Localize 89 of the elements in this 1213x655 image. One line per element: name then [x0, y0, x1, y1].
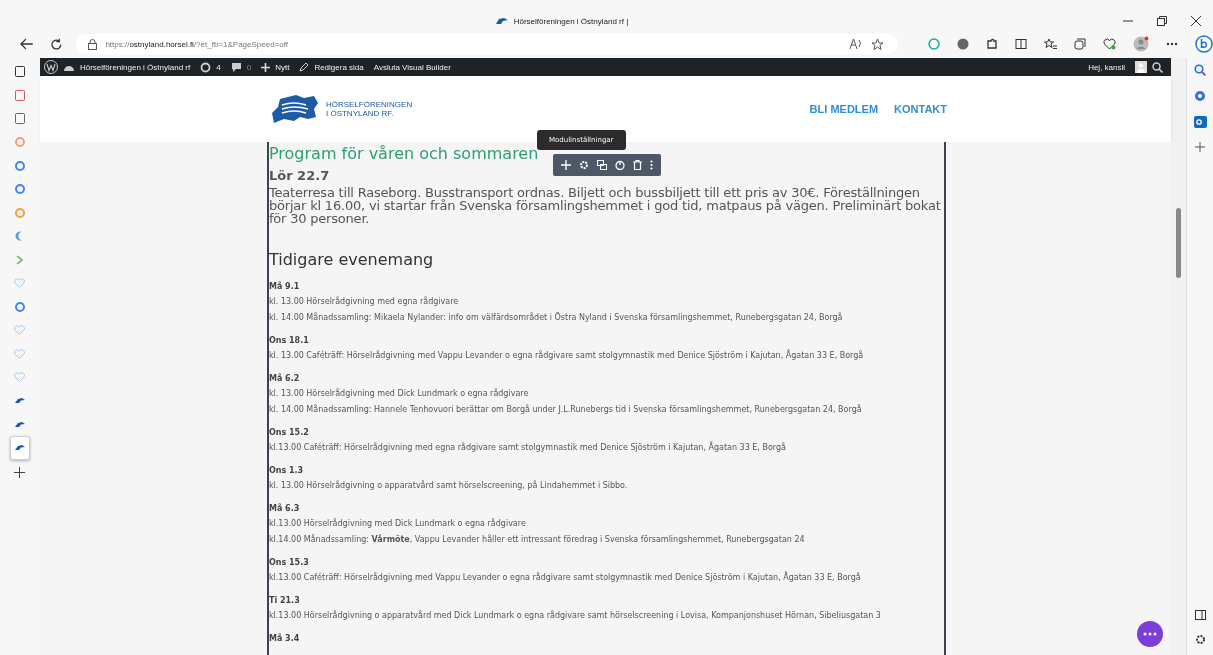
- event-date: Ons 15.2: [268, 427, 310, 439]
- nav-link[interactable]: KONTAKT: [894, 103, 948, 115]
- event-date: Ons 18.1: [268, 335, 310, 347]
- address-bar[interactable]: https://ostnyland.horsel.fi/?et_fb=1&PageSpeed=off: [76, 34, 898, 54]
- duplicate-icon[interactable]: [596, 160, 607, 170]
- chevron-icon: [16, 254, 24, 265]
- avatar-icon: [1135, 61, 1148, 73]
- comment-icon: [230, 61, 242, 73]
- bird-logo-icon: [14, 397, 26, 405]
- site-favicon-icon: [15, 137, 25, 148]
- heart-icon: [14, 372, 26, 383]
- bird-logo-icon: [14, 444, 26, 452]
- search-icon[interactable]: [1194, 64, 1206, 76]
- event-description: Teaterresa till Raseborg. Busstransport ordnas. Biljett och bussbiljett till ett pris av 30€. Föreställningen börjar kl 16.00, vi startar från Svenska församlingshemmet i god tid, matpaus på vägen. Preliminärt bokat för 30 personer.: [268, 186, 942, 225]
- document-icon: [15, 66, 25, 78]
- tab-title: Hörselföreningen i Östnyland rf |: [513, 16, 629, 26]
- shield-icon[interactable]: [928, 38, 940, 50]
- site-favicon-icon: [15, 207, 25, 218]
- site-favicon-icon: [15, 184, 25, 195]
- favorites-icon[interactable]: [1044, 38, 1057, 50]
- plus-icon[interactable]: [1195, 142, 1205, 152]
- event-line: kl. 14.00 Månadssamling: Hannele Tenhovuori berättar om Borgå under J.L.Runebergs tid i Svenska församlingshemmet, Runebergsgatan 24, Borgå: [268, 403, 863, 416]
- sidebar-toggle-icon[interactable]: [1194, 610, 1206, 620]
- event-date: Ons 15.3: [268, 557, 310, 569]
- scrollbar[interactable]: [1171, 58, 1186, 655]
- updates-count[interactable]: 4: [216, 62, 221, 72]
- bird-logo-icon: [14, 420, 26, 428]
- event-date: Må 6.3: [268, 502, 301, 515]
- event-line: kl. 13.00 Hörselrådgivning o apparatvård samt hörselscreening, på Lindahemmet i Sibbo.: [268, 479, 629, 492]
- lock-icon: [88, 38, 98, 50]
- site-favicon-icon: [15, 160, 25, 171]
- event-line: kl.13.00 Caféträff: Hörselrådgivning med Vappu Levander o egna rådgivare samt stolgymnastik med Denice Sjöström i Kajutan, Ågatan 33 E, Borgå: [268, 570, 862, 584]
- document-icon: [15, 89, 25, 101]
- site-link[interactable]: Hörselföreningen i Östnyland rf: [79, 62, 191, 72]
- restore-icon[interactable]: [1157, 16, 1167, 26]
- event-line: kl. 13.00 Hörselrådgivning med Dick Lundmark o egna rådgivare: [268, 387, 530, 400]
- trash-icon[interactable]: [632, 160, 642, 170]
- document-icon: [15, 113, 25, 125]
- more-icon[interactable]: [649, 160, 653, 170]
- pencil-icon: [299, 62, 310, 72]
- event-line: kl.13.00 Caféträff: Hörselrådgivning med egna rådgivare samt stolgymnastik med Denice Sjöström i Kajutan, Ågatan 33 E, Borgå: [268, 440, 787, 454]
- event-date: Må 9.1: [268, 280, 301, 293]
- plus-icon: [261, 62, 271, 72]
- exit-builder-link[interactable]: Avsluta Visual Builder: [373, 62, 451, 72]
- event-line: kl. 13.00 Caféträff: Hörselrådgivning med Vappu Levander o egna rådgivare samt stolgymnastik med Denice Sjöström i Kajutan, Ågatan 33 E, Borgå: [268, 348, 865, 362]
- more-icon: [1143, 632, 1158, 636]
- event-date: Må 6.2: [268, 372, 301, 385]
- event-line: kl. 14.00 Månadssamling: Mikaela Nylander: info om välfärdsområdet i Östra Nyland i Svenska församlingshemmet, Runebergsgatan 24, Borgå: [268, 311, 844, 324]
- reload-icon[interactable]: [49, 37, 63, 51]
- event-date: Må 3.4: [268, 632, 301, 645]
- bird-logo-icon: [494, 17, 509, 25]
- copilot-icon[interactable]: [1195, 35, 1213, 53]
- close-icon[interactable]: [1191, 16, 1201, 26]
- new-link[interactable]: Nytt: [275, 62, 290, 72]
- edit-page-link[interactable]: Redigera sida: [314, 62, 364, 72]
- map-logo-icon: [269, 93, 320, 125]
- builder-menu-button[interactable]: [1137, 621, 1164, 647]
- event-title: Lör 22.7: [268, 168, 331, 183]
- section-heading: Program för våren och sommaren: [268, 143, 539, 163]
- heart-icon[interactable]: [1103, 38, 1116, 50]
- read-aloud-icon[interactable]: [849, 38, 863, 50]
- section-heading: Tidigare evenemang: [268, 250, 435, 269]
- sidebar-tab[interactable]: [10, 436, 30, 460]
- plus-icon[interactable]: [14, 466, 26, 478]
- heart-icon: [14, 348, 26, 359]
- mail-app-icon[interactable]: [1193, 116, 1207, 128]
- split-screen-icon[interactable]: [1015, 38, 1027, 50]
- event-line: kl.13.00 Hörselrådgivning med Dick Lundmark o egna rådgivare: [268, 517, 527, 530]
- event-line: kl.13.00 Hörselrådgivning o apparatvård med Dick Lundmark o egna rådgivare samt hörselscreening i Lovisa, Kompanjonshuset Hörnan, Sibeliusgatan 3: [268, 609, 882, 622]
- logo-text: HÖRSELFÖRENINGEN: [325, 100, 413, 109]
- logo-text: I ÖSTNYLAND RF.: [325, 109, 395, 118]
- event-date: Ons 1.3: [268, 465, 305, 477]
- event-line: kl.14.00 Månadssamling: Vårmöte, Vappu Levander håller ett intressant föredrag i Svenska församlingshemmet, Runebergsgatan 24: [268, 533, 806, 546]
- search-icon[interactable]: [1152, 61, 1164, 73]
- more-icon[interactable]: [1166, 42, 1178, 46]
- move-icon[interactable]: [560, 160, 571, 170]
- power-icon[interactable]: [614, 160, 625, 170]
- comments-count[interactable]: 0: [246, 62, 252, 72]
- profile-avatar-icon[interactable]: [1133, 36, 1149, 52]
- greeting-link[interactable]: Hej, kansli: [1088, 62, 1126, 72]
- collections-icon[interactable]: [1074, 38, 1086, 50]
- event-date: Ti 21.3: [268, 595, 301, 607]
- heart-icon: [14, 325, 26, 336]
- back-arrow-icon[interactable]: [20, 38, 34, 50]
- app-icon[interactable]: [1194, 90, 1206, 102]
- heart-icon: [14, 278, 26, 289]
- event-line: kl. 13.00 Hörselrådgivning med egna rådgivare: [268, 295, 460, 308]
- site-favicon-icon: [15, 301, 25, 312]
- star-icon[interactable]: [871, 37, 884, 51]
